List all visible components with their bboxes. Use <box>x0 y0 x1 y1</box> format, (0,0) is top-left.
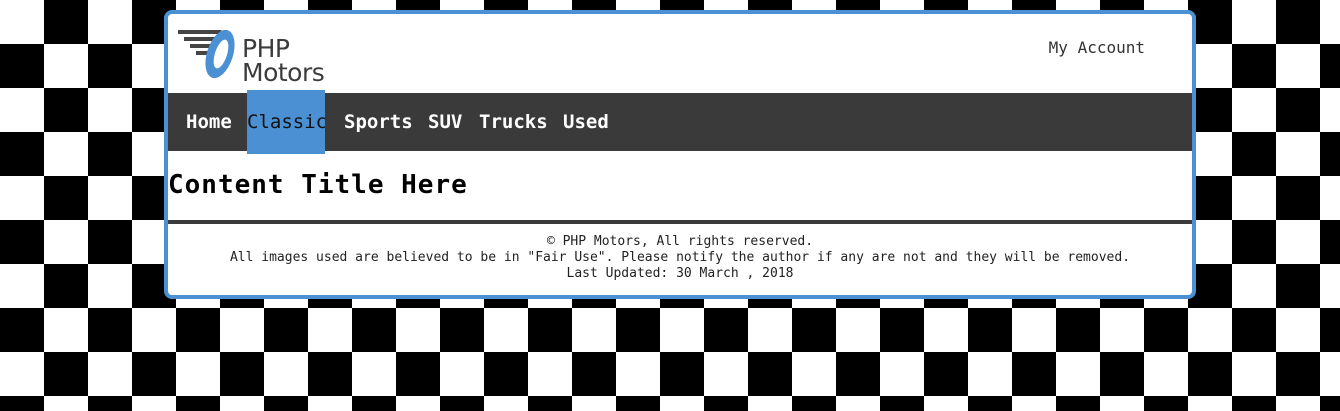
nav-item-trucks[interactable]: Trucks <box>479 93 548 151</box>
site-header: PHP Motors My Account <box>168 14 1192 93</box>
logo-wheel-icon <box>178 29 235 79</box>
footer-divider <box>168 220 1192 224</box>
main-nav: Home Classic Sports SUV Trucks Used <box>168 90 1192 154</box>
nav-item-home[interactable]: Home <box>186 93 232 151</box>
logo-text-motors: Motors <box>242 58 325 87</box>
my-account-link[interactable]: My Account <box>1049 38 1145 57</box>
nav-item-suv[interactable]: SUV <box>428 93 462 151</box>
site-logo[interactable]: PHP Motors <box>178 24 348 86</box>
logo-text: PHP Motors <box>242 36 325 87</box>
footer-last-updated: Last Updated: 30 March , 2018 <box>566 266 794 281</box>
page-container: PHP Motors My Account Home Classic Sport… <box>164 10 1196 299</box>
nav-item-used[interactable]: Used <box>563 93 609 151</box>
footer-fair-use: All images used are believed to be in "F… <box>229 250 1131 265</box>
footer-copyright: © PHP Motors, All rights reserved. <box>546 234 814 249</box>
nav-item-sports[interactable]: Sports <box>344 93 413 151</box>
site-footer: © PHP Motors, All rights reserved. All i… <box>168 234 1192 282</box>
nav-item-classic[interactable]: Classic <box>247 90 325 154</box>
page-title: Content Title Here <box>168 170 468 200</box>
